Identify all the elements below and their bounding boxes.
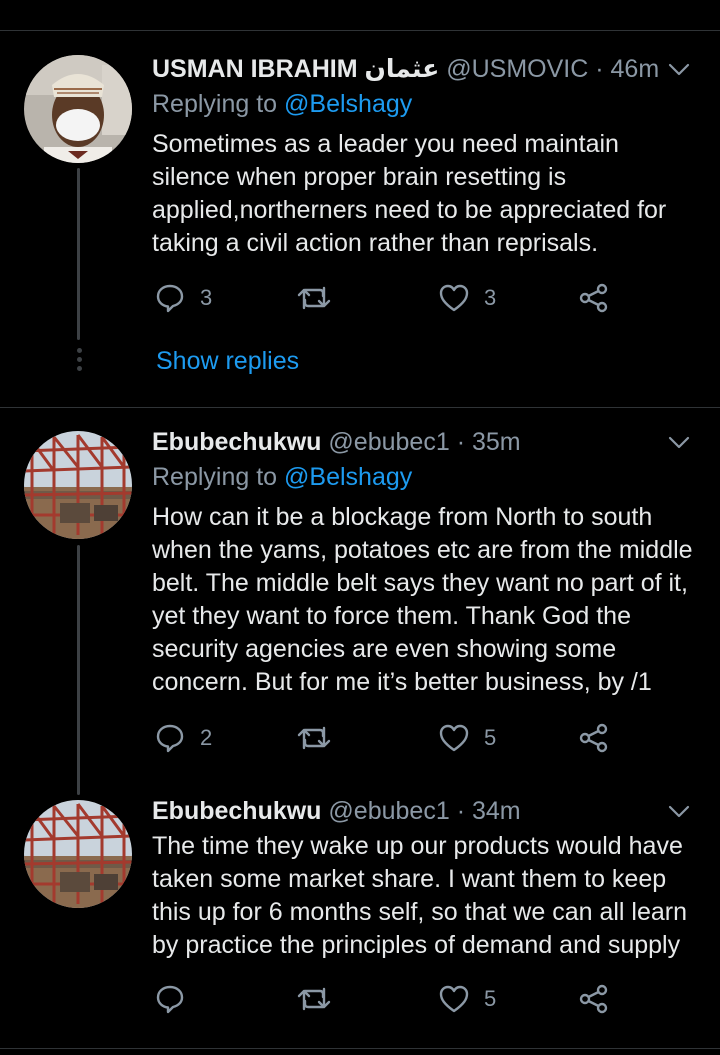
timestamp[interactable]: · 46m [595, 55, 659, 83]
retweet-button[interactable] [296, 981, 346, 1017]
share-icon [579, 283, 608, 313]
reply-button[interactable]: 2 [154, 720, 212, 756]
avatar[interactable] [24, 800, 132, 908]
like-icon [439, 985, 469, 1013]
like-icon [439, 284, 469, 312]
like-count: 5 [484, 986, 497, 1011]
avatar[interactable] [24, 55, 132, 163]
action-bar: 2 5 [152, 720, 632, 756]
chevron-down-icon[interactable] [666, 429, 692, 455]
retweet-icon [297, 726, 331, 750]
like-count: 3 [484, 285, 497, 310]
like-button[interactable]: 5 [438, 981, 496, 1017]
chevron-down-icon[interactable] [666, 798, 692, 824]
display-name[interactable]: USMAN IBRAHIM عثمان [152, 55, 439, 83]
replying-to: Replying to @Belshagy [152, 460, 412, 494]
mention-link[interactable]: @Belshagy [284, 90, 412, 118]
show-replies-link[interactable]: Show replies [156, 344, 299, 378]
thread-line [77, 168, 80, 340]
display-name[interactable]: Ebubechukwu [152, 797, 321, 825]
bottom-divider [0, 1048, 720, 1049]
share-button[interactable] [578, 280, 610, 316]
like-icon [439, 724, 469, 752]
chevron-down-icon[interactable] [666, 56, 692, 82]
tweet-header: USMAN IBRAHIM عثمان @USMOVIC · 46m [152, 52, 660, 86]
handle[interactable]: @ebubec1 [328, 428, 449, 456]
reply-count: 2 [200, 725, 213, 750]
thread-more-dots [74, 348, 84, 375]
share-icon [579, 984, 608, 1014]
share-button[interactable] [578, 720, 610, 756]
reply-count: 3 [200, 285, 213, 310]
share-button[interactable] [578, 981, 610, 1017]
tweet-text: The time they wake up our products would… [152, 832, 687, 959]
replying-to: Replying to @Belshagy [152, 87, 412, 121]
tweet-usman[interactable]: USMAN IBRAHIM عثمان @USMOVIC · 46m Reply… [0, 0, 720, 408]
reply-icon [156, 985, 184, 1014]
like-count: 5 [484, 725, 497, 750]
timestamp[interactable]: · 35m [457, 428, 521, 456]
like-button[interactable]: 3 [438, 280, 496, 316]
tweet-text: How can it be a blockage from North to s… [152, 503, 693, 696]
tweet-ebubechukwu-2[interactable]: Ebubechukwu @ebubec1 · 34m The time they… [0, 788, 720, 1048]
tweet-header: Ebubechukwu @ebubec1 · 34m [152, 794, 660, 828]
mention-link[interactable]: @Belshagy [284, 463, 412, 491]
retweet-icon [297, 286, 331, 310]
reply-icon [156, 724, 184, 753]
replying-label: Replying to [152, 90, 278, 118]
tweet-header: Ebubechukwu @ebubec1 · 35m [152, 425, 660, 459]
display-name[interactable]: Ebubechukwu [152, 428, 321, 456]
action-bar: 5 [152, 981, 632, 1017]
retweet-icon [297, 987, 331, 1011]
retweet-button[interactable] [296, 280, 346, 316]
reply-button[interactable] [154, 981, 200, 1017]
action-bar: 3 3 [152, 280, 632, 316]
share-icon [579, 723, 608, 753]
retweet-button[interactable] [296, 720, 346, 756]
reply-button[interactable]: 3 [154, 280, 212, 316]
tweet-ebubechukwu-1[interactable]: Ebubechukwu @ebubec1 · 35m Replying to @… [0, 408, 720, 795]
reply-icon [156, 284, 184, 313]
like-button[interactable]: 5 [438, 720, 496, 756]
thread-line [77, 545, 80, 795]
handle[interactable]: @ebubec1 [328, 797, 449, 825]
timestamp[interactable]: · 34m [457, 797, 521, 825]
tweet-text: Sometimes as a leader you need maintain … [152, 130, 667, 257]
avatar[interactable] [24, 431, 132, 539]
handle[interactable]: @USMOVIC [446, 55, 588, 83]
replying-label: Replying to [152, 463, 278, 491]
